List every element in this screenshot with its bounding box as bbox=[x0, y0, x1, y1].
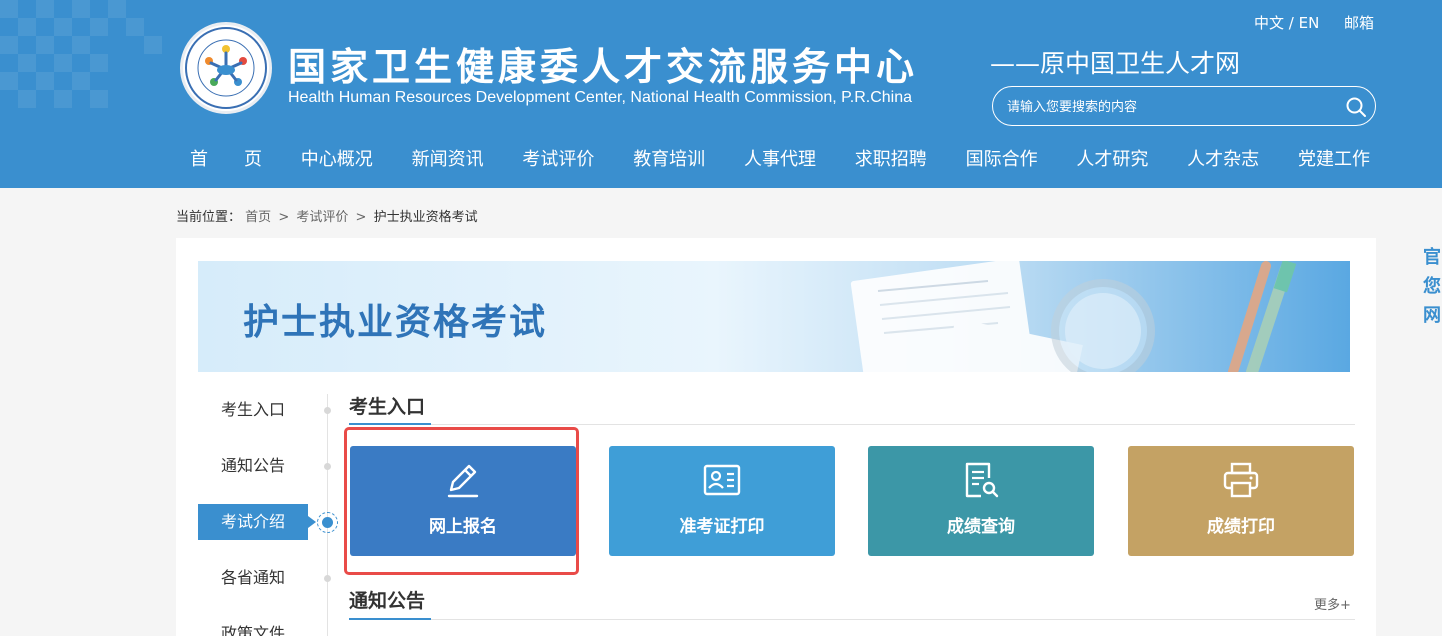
section-title-candidate-entry: 考生入口 bbox=[349, 396, 426, 418]
tile-label: 成绩打印 bbox=[1207, 517, 1275, 537]
side-menu-dot bbox=[324, 575, 331, 582]
side-item-provincial-notices[interactable]: 各省通知 bbox=[198, 560, 308, 596]
side-float-text: 网 bbox=[1423, 305, 1441, 326]
search-icon[interactable] bbox=[1345, 96, 1367, 118]
breadcrumb-separator: > bbox=[278, 210, 290, 225]
tile-label: 成绩查询 bbox=[947, 517, 1015, 537]
section-underline bbox=[349, 423, 431, 425]
nav-item-international[interactable]: 国际合作 bbox=[956, 138, 1048, 182]
side-float-text: 官 bbox=[1423, 247, 1441, 268]
highlight-box bbox=[344, 427, 579, 575]
side-menu-active-dot bbox=[317, 512, 338, 533]
search-input[interactable] bbox=[1007, 97, 1327, 117]
nav-item-research[interactable]: 人才研究 bbox=[1066, 138, 1158, 182]
nav-item-jobs[interactable]: 求职招聘 bbox=[845, 138, 937, 182]
side-item-exam-intro[interactable]: 考试介绍 bbox=[198, 504, 308, 540]
side-item-policy-documents[interactable]: 政策文件 bbox=[198, 616, 308, 636]
admission-ticket-tile[interactable]: 准考证打印 bbox=[609, 446, 835, 556]
site-slogan: ——原中国卫生人才网 bbox=[990, 49, 1241, 78]
nav-item-news[interactable]: 新闻资讯 bbox=[402, 138, 494, 182]
side-float-text: 您 bbox=[1423, 276, 1441, 297]
section-underline bbox=[349, 618, 431, 620]
site-title: 国家卫生健康委人才交流服务中心 bbox=[288, 45, 919, 89]
side-menu-active-arrow bbox=[308, 516, 316, 528]
section-title-notices: 通知公告 bbox=[349, 590, 426, 612]
site-subtitle-english: Health Human Resources Development Cente… bbox=[288, 89, 912, 106]
document-search-icon bbox=[965, 462, 999, 498]
site-header: 国家卫生健康委人才交流服务中心 Health Human Resources D… bbox=[0, 0, 1442, 188]
section-divider bbox=[349, 424, 1355, 425]
nav-item-home[interactable]: 首 页 bbox=[180, 138, 272, 182]
section-divider bbox=[349, 619, 1355, 620]
side-menu-dot bbox=[324, 463, 331, 470]
language-switch-link[interactable]: 中文 / EN bbox=[1254, 12, 1319, 33]
mailbox-link[interactable]: 邮箱 bbox=[1344, 12, 1374, 33]
score-print-tile[interactable]: 成绩打印 bbox=[1128, 446, 1354, 556]
nav-item-exam[interactable]: 考试评价 bbox=[512, 138, 604, 182]
banner-title: 护士执业资格考试 bbox=[243, 302, 548, 343]
side-menu-dot bbox=[324, 407, 331, 414]
score-query-tile[interactable]: 成绩查询 bbox=[868, 446, 1094, 556]
site-logo[interactable] bbox=[180, 22, 272, 114]
search-box bbox=[992, 86, 1376, 126]
main-nav: 首 页 中心概况 新闻资讯 考试评价 教育培训 人事代理 求职招聘 国际合作 人… bbox=[180, 138, 1380, 182]
nav-item-training[interactable]: 教育培训 bbox=[623, 138, 715, 182]
nav-item-party[interactable]: 党建工作 bbox=[1288, 138, 1380, 182]
printer-icon bbox=[1223, 462, 1259, 498]
tile-label: 准考证打印 bbox=[679, 517, 765, 537]
breadcrumb-prefix: 当前位置： bbox=[176, 210, 242, 225]
nav-item-hr-agency[interactable]: 人事代理 bbox=[734, 138, 826, 182]
id-card-icon bbox=[703, 464, 741, 496]
breadcrumb-exam[interactable]: 考试评价 bbox=[296, 210, 348, 225]
nav-item-about[interactable]: 中心概况 bbox=[291, 138, 383, 182]
breadcrumb: 当前位置： 首页 > 考试评价 > 护士执业资格考试 bbox=[176, 206, 478, 225]
banner-illustration bbox=[850, 261, 1297, 372]
breadcrumb-current: 护士执业资格考试 bbox=[373, 210, 478, 225]
side-item-candidate-entry[interactable]: 考生入口 bbox=[198, 392, 308, 428]
side-float-panel[interactable]: 官 您 网 bbox=[1423, 243, 1442, 330]
page-banner: 护士执业资格考试 bbox=[198, 261, 1350, 372]
nav-item-magazine[interactable]: 人才杂志 bbox=[1177, 138, 1269, 182]
breadcrumb-separator: > bbox=[355, 210, 367, 225]
breadcrumb-home[interactable]: 首页 bbox=[245, 210, 271, 225]
side-item-notices[interactable]: 通知公告 bbox=[198, 448, 308, 484]
logo-emblem-icon bbox=[185, 27, 267, 109]
more-notices-link[interactable]: 更多+ bbox=[1314, 594, 1351, 613]
